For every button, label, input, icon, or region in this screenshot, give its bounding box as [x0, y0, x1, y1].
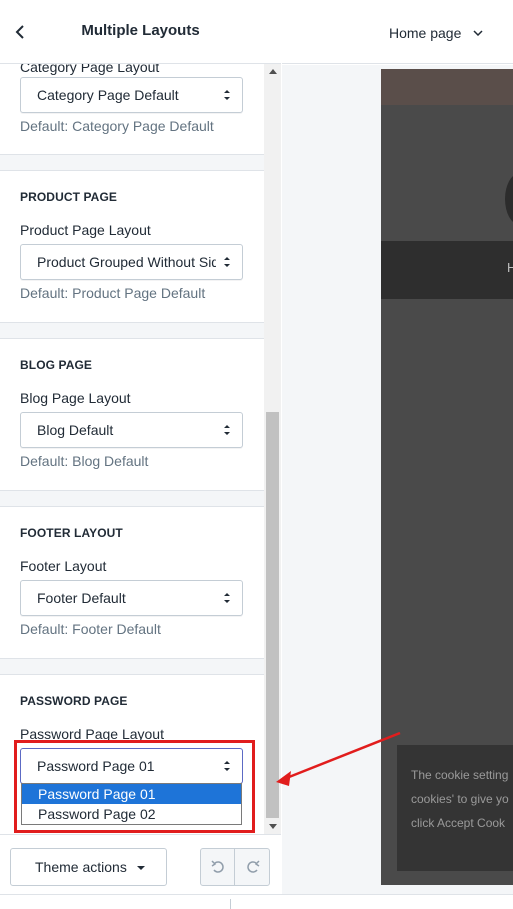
- cookie-banner: The cookie setting cookies' to give yo c…: [397, 745, 513, 871]
- footer-layout-select[interactable]: Footer Default: [20, 580, 243, 616]
- undo-redo-group: [200, 848, 270, 886]
- preview-area: H The cookie setting cookies' to give yo…: [282, 65, 513, 894]
- storefront-preview[interactable]: H The cookie setting cookies' to give yo…: [381, 69, 513, 885]
- preview-logo: [505, 173, 513, 225]
- footer-layout-help: Default: Footer Default: [20, 621, 161, 637]
- category-page-help: Default: Category Page Default: [20, 118, 214, 134]
- window-bottom-edge: [0, 894, 513, 909]
- sidebar-header: Multiple Layouts: [0, 0, 281, 64]
- product-page-help: Default: Product Page Default: [20, 285, 206, 301]
- password-page-heading: PASSWORD PAGE: [20, 694, 128, 708]
- product-page-section: PRODUCT PAGE Product Page Layout Product…: [0, 170, 264, 323]
- select-arrows-icon: [224, 257, 230, 267]
- footer-layout-heading: FOOTER LAYOUT: [20, 526, 123, 540]
- select-value: Category Page Default: [37, 87, 179, 103]
- select-arrows-icon: [224, 425, 230, 435]
- select-arrows-icon: [224, 761, 230, 771]
- theme-actions-button[interactable]: Theme actions: [10, 848, 167, 886]
- undo-icon[interactable]: [201, 849, 235, 885]
- footer-layout-label: Footer Layout: [20, 558, 107, 574]
- preview-topbar: [381, 69, 513, 105]
- preview-header: Home page: [282, 0, 513, 64]
- select-arrows-icon: [224, 90, 230, 100]
- sidebar: Multiple Layouts Category Page Layout Ca…: [0, 0, 281, 909]
- bottom-tick: [230, 899, 231, 909]
- preview-navbar: H: [381, 241, 513, 299]
- blog-page-layout-label: Blog Page Layout: [20, 390, 131, 406]
- password-page-layout-select[interactable]: Password Page 01: [20, 748, 243, 784]
- blog-page-help: Default: Blog Default: [20, 453, 149, 469]
- blog-page-heading: BLOG PAGE: [20, 358, 93, 372]
- scrollbar[interactable]: [264, 64, 281, 834]
- footer-layout-section: FOOTER LAYOUT Footer Layout Footer Defau…: [0, 506, 264, 659]
- product-page-layout-select[interactable]: Product Grouped Without Sidebar: [20, 244, 243, 280]
- select-value: Blog Default: [37, 422, 114, 438]
- category-page-layout-label: Category Page Layout: [20, 64, 160, 75]
- sidebar-title: Multiple Layouts: [81, 22, 200, 39]
- product-page-heading: PRODUCT PAGE: [20, 190, 117, 204]
- category-page-section: Category Page Layout Category Page Defau…: [0, 64, 264, 155]
- category-page-layout-select[interactable]: Category Page Default: [20, 77, 243, 113]
- select-value: Password Page 01: [37, 758, 155, 774]
- sidebar-footer: Theme actions: [0, 834, 281, 894]
- cookie-text: The cookie setting cookies' to give yo c…: [411, 763, 513, 835]
- dropdown-option-password-page-02[interactable]: Password Page 02: [22, 804, 241, 824]
- caret-down-icon: [137, 866, 145, 870]
- select-arrows-icon: [224, 593, 230, 603]
- theme-actions-label: Theme actions: [35, 859, 127, 875]
- scroll-up-icon[interactable]: [264, 64, 281, 78]
- password-page-layout-label: Password Page Layout: [20, 726, 164, 742]
- redo-icon[interactable]: [236, 849, 270, 885]
- scrollbar-thumb[interactable]: [266, 412, 279, 818]
- dropdown-option-password-page-01[interactable]: Password Page 01: [22, 784, 241, 804]
- blog-page-section: BLOG PAGE Blog Page Layout Blog Default …: [0, 338, 264, 491]
- chevron-down-icon: [473, 23, 483, 39]
- select-value: Product Grouped Without Sidebar: [37, 254, 216, 270]
- chevron-left-icon[interactable]: [10, 22, 30, 42]
- cookie-line: cookies' to give yo: [411, 792, 509, 806]
- scroll-down-icon[interactable]: [264, 820, 281, 834]
- preview-nav-item[interactable]: H: [507, 260, 513, 275]
- password-page-dropdown-list: Password Page 01 Password Page 02: [21, 783, 242, 825]
- cookie-line: The cookie setting: [411, 768, 509, 782]
- cookie-line: click Accept Cook: [411, 816, 506, 830]
- page-selector[interactable]: Home page: [389, 23, 483, 41]
- select-value: Footer Default: [37, 590, 126, 606]
- settings-scroll-area: Category Page Layout Category Page Defau…: [0, 64, 264, 834]
- page-selector-label: Home page: [389, 25, 462, 41]
- product-page-layout-label: Product Page Layout: [20, 222, 151, 238]
- blog-page-layout-select[interactable]: Blog Default: [20, 412, 243, 448]
